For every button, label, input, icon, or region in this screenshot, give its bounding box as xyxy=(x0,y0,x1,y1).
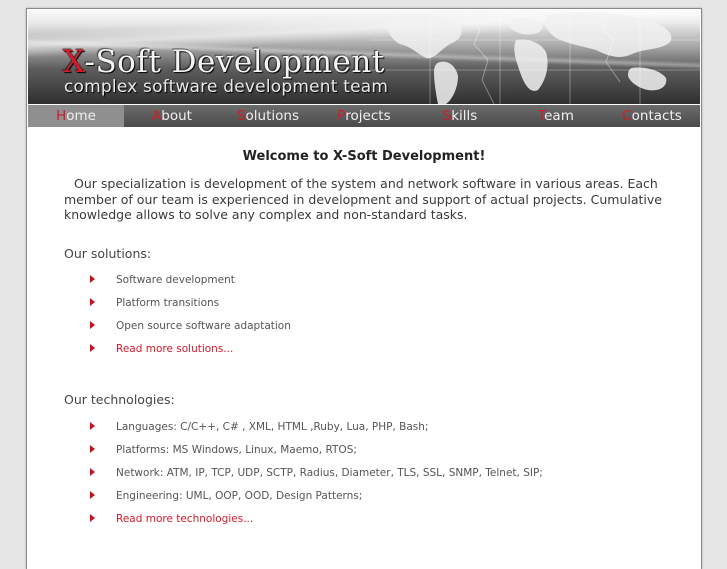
bullet-arrow-icon xyxy=(90,298,95,306)
bullet-arrow-icon xyxy=(90,445,95,453)
nav-item-home[interactable]: Home xyxy=(28,105,124,127)
nav-item-team[interactable]: Team xyxy=(508,105,604,127)
nav-item-home-initial: H xyxy=(56,108,67,124)
bullet-arrow-icon xyxy=(90,344,95,352)
list-item: Engineering: UML, OOP, OOD, Design Patte… xyxy=(90,485,543,508)
list-item: Network: ATM, IP, TCP, UDP, SCTP, Radius… xyxy=(90,462,543,485)
site-tagline: complex software development team xyxy=(64,77,389,97)
read-more-solutions-item: Read more solutions... xyxy=(90,338,291,361)
welcome-heading: Welcome to X-Soft Development! xyxy=(242,149,486,164)
list-item: Software development xyxy=(90,269,291,292)
nav-item-contacts-initial: C xyxy=(622,108,632,124)
nav-item-skills-label: kills xyxy=(451,108,478,124)
nav-item-solutions-initial: S xyxy=(236,108,246,124)
bullet-arrow-icon xyxy=(90,275,95,283)
read-more-technologies-link[interactable]: Read more technologies... xyxy=(116,513,253,525)
nav-item-skills[interactable]: Skills xyxy=(412,105,508,127)
main-nav: Home About Solutions Projects Skills Tea… xyxy=(28,105,700,127)
list-item-text: Platform transitions xyxy=(116,297,220,309)
bullet-arrow-icon xyxy=(90,468,95,476)
site-header: X-Soft Development complex software deve… xyxy=(28,10,700,104)
solutions-heading: Our solutions: xyxy=(64,246,152,261)
bullet-arrow-icon xyxy=(90,514,95,522)
read-more-solutions-link[interactable]: Read more solutions... xyxy=(116,343,233,355)
nav-item-about-label: bout xyxy=(161,108,192,124)
list-item-text: Engineering: UML, OOP, OOD, Design Patte… xyxy=(116,490,363,502)
page-frame: X-Soft Development complex software deve… xyxy=(26,8,702,569)
nav-item-contacts-label: ontacts xyxy=(631,108,682,124)
read-more-technologies-item: Read more technologies... xyxy=(90,508,543,531)
list-item-text: Platforms: MS Windows, Linux, Maemo, RTO… xyxy=(116,444,357,456)
list-item: Open source software adaptation xyxy=(90,315,291,338)
bullet-arrow-icon xyxy=(90,422,95,430)
list-item: Platforms: MS Windows, Linux, Maemo, RTO… xyxy=(90,439,543,462)
nav-item-solutions-label: olutions xyxy=(245,108,300,124)
nav-item-projects-label: rojects xyxy=(345,108,391,124)
nav-item-team-label: eam xyxy=(544,108,574,124)
nav-item-projects[interactable]: Projects xyxy=(316,105,412,127)
list-item: Platform transitions xyxy=(90,292,291,315)
nav-item-contacts[interactable]: Contacts xyxy=(604,105,700,127)
list-item-text: Software development xyxy=(116,274,235,286)
solutions-list: Software development Platform transition… xyxy=(90,269,291,361)
bullet-arrow-icon xyxy=(90,491,95,499)
nav-item-about-initial: A xyxy=(152,108,162,124)
nav-item-solutions[interactable]: Solutions xyxy=(220,105,316,127)
site-title: X-Soft Development xyxy=(63,44,385,80)
technologies-list: Languages: C/C++, C# , XML, HTML ,Ruby, … xyxy=(90,416,543,531)
nav-item-home-label: ome xyxy=(66,108,96,124)
intro-paragraph: Our specialization is development of the… xyxy=(64,176,662,222)
bullet-arrow-icon xyxy=(90,321,95,329)
list-item-text: Network: ATM, IP, TCP, UDP, SCTP, Radius… xyxy=(116,467,543,479)
world-map-icon xyxy=(370,10,700,104)
site-title-rest: -Soft Development xyxy=(84,44,385,80)
list-item-text: Languages: C/C++, C# , XML, HTML ,Ruby, … xyxy=(116,421,429,433)
site-title-first-letter: X xyxy=(63,44,85,80)
nav-item-about[interactable]: About xyxy=(124,105,220,127)
list-item: Languages: C/C++, C# , XML, HTML ,Ruby, … xyxy=(90,416,543,439)
list-item-text: Open source software adaptation xyxy=(116,320,291,332)
nav-item-skills-initial: S xyxy=(442,108,452,124)
technologies-heading: Our technologies: xyxy=(64,392,175,407)
